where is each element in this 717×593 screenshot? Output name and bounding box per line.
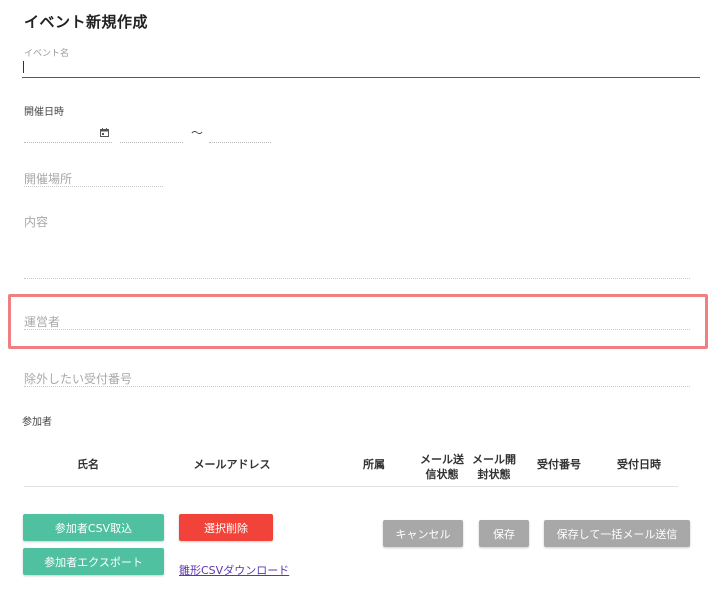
column-header-affiliation: 所属 [363, 458, 385, 471]
table-divider [24, 486, 678, 487]
page-title: イベント新規作成 [24, 13, 149, 31]
column-header-email: メールアドレス [193, 458, 271, 471]
save-button[interactable]: 保存 [479, 520, 529, 547]
content-placeholder: 内容 [24, 215, 49, 229]
column-header-name: 氏名 [77, 458, 99, 471]
operator-placeholder: 運営者 [24, 315, 61, 329]
template-csv-download-link[interactable]: 雛形CSVダウンロード [179, 562, 289, 578]
start-date-input[interactable] [24, 125, 112, 143]
participants-label: 参加者 [22, 417, 52, 428]
import-csv-button[interactable]: 参加者CSV取込 [23, 514, 164, 541]
column-header-reception-datetime: 受付日時 [617, 458, 661, 471]
venue-input[interactable]: 開催場所 [24, 168, 163, 187]
save-and-send-button[interactable]: 保存して一括メール送信 [544, 520, 690, 547]
text-caret [23, 61, 24, 73]
venue-placeholder: 開催場所 [24, 172, 73, 186]
operator-input[interactable]: 運営者 [24, 311, 690, 330]
excluded-numbers-placeholder: 除外したい受付番号 [24, 372, 133, 386]
content-textarea[interactable]: 内容 [24, 211, 690, 279]
delete-selected-button[interactable]: 選択削除 [179, 514, 273, 541]
cancel-button[interactable]: キャンセル [383, 520, 463, 547]
end-time-input[interactable] [209, 125, 271, 143]
column-header-reception-number: 受付番号 [537, 458, 581, 471]
event-name-input[interactable] [22, 58, 700, 78]
column-header-mail-sent-status: メール送 信状態 [420, 453, 464, 481]
column-header-mail-open-status: メール開 封状態 [472, 453, 516, 481]
datetime-label: 開催日時 [24, 107, 64, 118]
datetime-separator: 〜 [191, 126, 204, 140]
calendar-icon[interactable] [100, 128, 109, 137]
excluded-numbers-input[interactable]: 除外したい受付番号 [24, 368, 690, 387]
export-participants-button[interactable]: 参加者エクスポート [23, 548, 164, 575]
start-time-input[interactable] [120, 125, 183, 143]
